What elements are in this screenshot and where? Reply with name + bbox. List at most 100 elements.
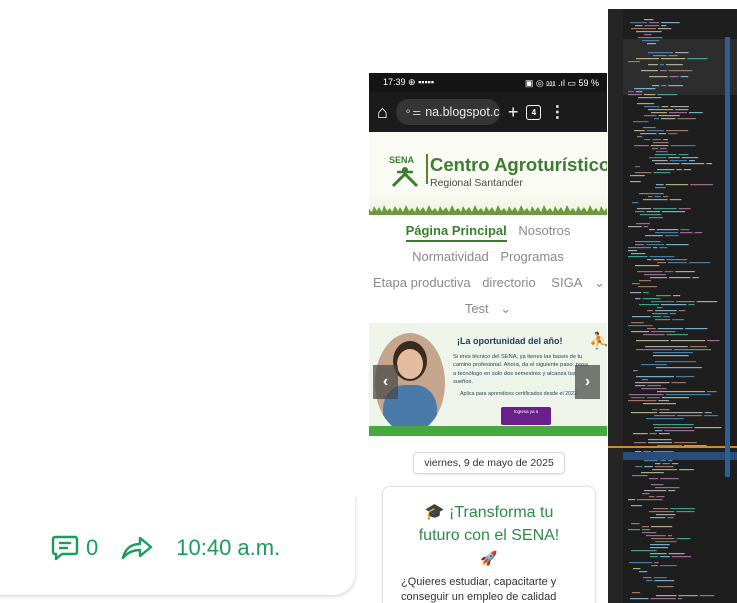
post-card[interactable]: 🎓 ¡Transforma tu futuro con el SENA! 🚀 ¿…: [382, 486, 596, 603]
code-line-segment: [653, 577, 667, 579]
code-line-segment: [659, 148, 667, 150]
code-line-segment: [689, 346, 707, 348]
code-line-segment: [652, 139, 662, 141]
carousel-prev-button[interactable]: ‹: [373, 365, 398, 399]
site-subtitle: Regional Santander: [430, 177, 523, 189]
code-line-segment: [663, 196, 669, 198]
nav-item-test[interactable]: Test ⌄: [461, 301, 515, 316]
code-line-segment: [637, 499, 663, 501]
code-line-segment: [660, 556, 670, 558]
code-line-segment: [634, 442, 647, 444]
nav-item-programas[interactable]: Programas: [500, 249, 564, 264]
code-line-segment: [654, 118, 660, 120]
code-line-segment: [651, 538, 675, 540]
site-settings-icon[interactable]: ⚬⚌: [404, 107, 421, 118]
carousel-next-button[interactable]: ›: [575, 365, 600, 399]
code-line-segment: [645, 346, 688, 348]
code-line-segment: [643, 127, 656, 129]
code-line-segment: [628, 325, 653, 327]
code-line-segment: [677, 415, 702, 417]
code-line-segment: [635, 244, 645, 246]
code-line-segment: [655, 430, 663, 432]
code-line-segment: [657, 328, 684, 330]
code-line-segment: [665, 394, 711, 396]
code-line-segment: [655, 487, 680, 489]
editor-split-divider[interactable]: [608, 446, 737, 448]
code-line-segment: [646, 130, 664, 132]
code-line-segment: [632, 592, 641, 594]
banner-carousel[interactable]: ⛹ ¡La oportunidad del año! Si eres técni…: [369, 323, 607, 436]
code-line-segment: [635, 172, 652, 174]
code-line-segment: [656, 295, 671, 297]
code-line-segment: [636, 349, 672, 351]
code-line-segment: [653, 208, 677, 210]
code-line-segment: [647, 385, 661, 387]
code-line-segment: [660, 565, 677, 567]
code-line-segment: [650, 547, 669, 549]
code-line-segment: [657, 391, 706, 393]
brand-divider: [426, 154, 428, 184]
nav-item-siga-label: SIGA: [551, 275, 583, 290]
post-title-line1: 🎓 ¡Transforma tu: [424, 504, 554, 521]
banner-heading: ¡La oportunidad del año!: [457, 336, 563, 346]
code-line-segment: [648, 442, 673, 444]
code-line-segment: [668, 262, 687, 264]
code-line-segment: [670, 145, 696, 147]
code-line-segment: [687, 58, 708, 60]
code-line-segment: [648, 52, 673, 54]
comment-icon[interactable]: [50, 533, 80, 563]
code-line-segment: [678, 208, 691, 210]
nav-item-home[interactable]: Página Principal: [405, 223, 507, 242]
code-line-segment: [678, 310, 686, 312]
code-line-segment: [666, 64, 683, 66]
site-title[interactable]: Centro Agroturístico: [430, 154, 607, 176]
message-meta: 0 10:40 a.m.: [50, 530, 280, 566]
code-line-segment: [669, 112, 687, 114]
code-line-segment: [635, 298, 641, 300]
browser-menu-icon[interactable]: ⋮: [549, 102, 565, 122]
code-line-segment: [638, 286, 658, 288]
code-line-segment: [662, 211, 686, 213]
code-line-segment: [680, 76, 689, 78]
code-line-segment: [637, 136, 643, 138]
code-line-segment: [677, 598, 682, 600]
editor-scrollbar[interactable]: [725, 37, 730, 477]
code-line-segment: [669, 76, 679, 78]
nav-item-nosotros[interactable]: Nosotros: [518, 223, 570, 238]
code-line-segment: [706, 163, 713, 165]
sena-logo[interactable]: SENA: [387, 154, 423, 193]
code-line-segment: [688, 262, 711, 264]
code-line-segment: [639, 193, 664, 195]
code-line-segment: [629, 394, 664, 396]
share-icon[interactable]: [120, 534, 154, 562]
code-line-segment: [650, 598, 676, 600]
code-line-segment: [635, 265, 660, 267]
code-line-segment: [630, 181, 641, 183]
nav-item-normatividad[interactable]: Normatividad: [412, 249, 489, 264]
code-line-segment: [656, 229, 679, 231]
home-icon[interactable]: ⌂: [377, 103, 388, 121]
code-line-segment: [654, 562, 659, 564]
code-line-segment: [631, 550, 657, 552]
tab-switcher-button[interactable]: 4: [526, 104, 542, 120]
code-line-segment: [646, 211, 661, 213]
new-tab-icon[interactable]: +: [508, 103, 519, 121]
code-line-segment: [655, 187, 666, 189]
nav-item-etapa[interactable]: Etapa productiva: [373, 275, 471, 290]
post-title[interactable]: 🎓 ¡Transforma tu futuro con el SENA!: [383, 501, 595, 547]
code-line-segment: [673, 295, 681, 297]
code-line-segment: [641, 70, 658, 72]
code-line-segment: [637, 103, 655, 105]
code-line-segment: [631, 505, 642, 507]
code-line-segment: [696, 301, 718, 303]
code-line-segment: [660, 460, 667, 462]
nav-item-directorio[interactable]: directorio: [482, 275, 535, 290]
code-line-segment: [683, 169, 692, 171]
code-line-segment: [664, 235, 679, 237]
nav-item-siga[interactable]: SIGA ⌄: [547, 275, 607, 290]
address-bar[interactable]: ⚬⚌ na.blogspot.com: [395, 99, 500, 125]
code-editor-pane[interactable]: [608, 9, 737, 603]
banner-cta-button[interactable]: Ingresa ya a: [501, 407, 551, 425]
code-line-segment: [635, 91, 643, 93]
code-line-segment: [637, 271, 663, 273]
